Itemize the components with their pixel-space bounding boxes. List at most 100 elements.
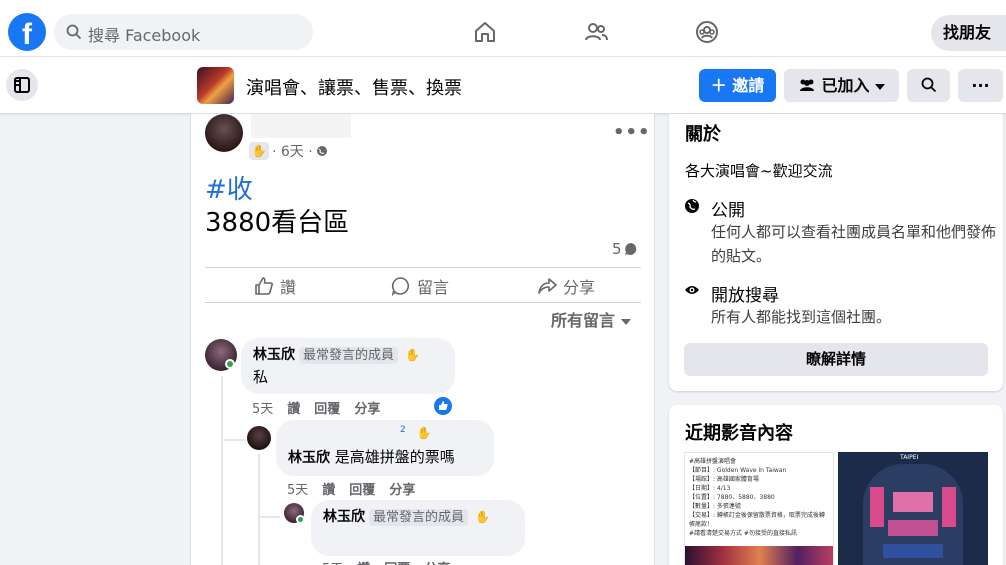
search-icon [921, 77, 936, 93]
eye-icon [685, 286, 699, 294]
comment-icon [391, 277, 410, 296]
comment-actions: 5天讚回覆分享 [287, 479, 429, 498]
comment-share-link[interactable]: 分享 [354, 402, 380, 417]
caret-down-icon [875, 84, 886, 90]
comment-actions: 5天讚回覆分享 [322, 558, 464, 565]
post-hashtag[interactable]: #收 [205, 169, 253, 206]
post-card: ✋ · 6天 · ••• #收 3880看台區 5 讚 留言 分享 所有留言 林… [190, 114, 655, 565]
visibility-title: 開放搜尋 [711, 286, 779, 306]
post-more-button[interactable]: ••• [613, 122, 651, 143]
about-card: 關於 各大演唱會~歡迎交流 公開 任何人都可以查看社團成員名單和他們發佈的貼文。… [669, 114, 1003, 391]
commenter-avatar[interactable] [247, 426, 271, 450]
caret-down-icon [620, 319, 631, 325]
top-contributor-badge: 最常發言的成員 [369, 509, 469, 526]
comment-button[interactable]: 留言 [391, 274, 449, 298]
search-icon [66, 24, 82, 40]
thread-line [224, 439, 246, 441]
author-avatar[interactable] [205, 114, 243, 152]
comment-time[interactable]: 5天 [287, 483, 308, 498]
media-thumbnail-image [685, 546, 833, 565]
privacy-description: 任何人都可以查看社團成員名單和他們發佈的貼文。 [711, 223, 997, 265]
comment-sort-dropdown[interactable]: 所有留言 [551, 307, 631, 331]
comment-bubble: 林玉欣 最常發言的成員 ✋ [311, 500, 525, 556]
media-thumbnail-text: #高雄拼盤演唱會 【節目】: Golden Wave in Taiwan 【場館… [689, 458, 825, 537]
more-options-button[interactable]: ··· [958, 69, 1003, 102]
globe-icon [685, 199, 699, 213]
like-label: 讚 [280, 278, 297, 297]
privacy-title: 公開 [711, 201, 745, 221]
about-title: 關於 [685, 124, 721, 145]
like-reaction-icon[interactable] [434, 397, 452, 415]
search-placeholder: 搜尋 Facebook [88, 26, 201, 45]
sidebar-toggle-button[interactable] [6, 69, 38, 101]
comment-sort-label: 所有留言 [551, 311, 616, 330]
comment-text: 私 [253, 368, 269, 386]
groups-icon[interactable] [695, 20, 719, 44]
comment-top-mark: 2 [400, 425, 406, 435]
divider [205, 267, 641, 268]
comment-actions: 5天讚回覆分享 [252, 398, 394, 417]
commenter-name[interactable]: 林玉欣 [323, 509, 365, 525]
group-description: 各大演唱會~歡迎交流 [685, 162, 833, 180]
thumbs-up-icon [255, 277, 273, 295]
post-time[interactable]: · 6天 · [272, 141, 313, 161]
thread-line [258, 454, 260, 565]
share-label: 分享 [563, 278, 596, 297]
group-header-bar: 演唱會、讓票、售票、換票 ＋ 邀請 已加入 ··· [0, 57, 1006, 114]
invite-button[interactable]: ＋ 邀請 [699, 69, 776, 102]
seat-map-label: TAIPEI [900, 454, 919, 461]
post-meta: ✋ · 6天 · [249, 141, 328, 161]
online-status-dot [225, 359, 235, 369]
share-icon [538, 278, 557, 294]
wave-badge-icon: ✋ [475, 510, 491, 524]
seat-block [870, 487, 884, 527]
comment-count-number: 5 [612, 240, 622, 258]
comment-label: 留言 [417, 278, 450, 297]
comment-like-link[interactable]: 讚 [322, 483, 335, 498]
globe-icon [316, 146, 327, 156]
comment-time[interactable]: 5天 [252, 402, 273, 417]
commenter-name[interactable]: 林玉欣 [253, 347, 295, 363]
divider [205, 302, 641, 303]
seat-block [888, 520, 938, 536]
online-status-dot [296, 515, 305, 524]
seat-block [883, 544, 943, 558]
top-contributor-badge: 最常發言的成員 [299, 347, 399, 364]
find-friends-button[interactable]: 找朋友 [931, 15, 1006, 51]
home-icon[interactable] [473, 20, 497, 44]
more-dots-icon: ··· [971, 76, 990, 95]
media-thumbnail[interactable]: #高雄拼盤演唱會 【節目】: Golden Wave in Taiwan 【場館… [684, 452, 834, 565]
comment-text: 是高雄拼盤的票嗎 [334, 448, 455, 466]
like-button[interactable]: 讚 [254, 274, 296, 298]
group-name[interactable]: 演唱會、讓票、售票、換票 [246, 74, 462, 100]
comment-reply-link[interactable]: 回覆 [314, 402, 340, 417]
friends-icon[interactable] [584, 20, 608, 44]
comment-like-link[interactable]: 讚 [287, 402, 300, 417]
recent-media-card: 近期影音內容 #高雄拼盤演唱會 【節目】: Golden Wave in Tai… [669, 405, 1003, 565]
group-search-button[interactable] [907, 69, 950, 102]
commenter-name[interactable]: 林玉欣 [288, 450, 330, 466]
comment-reply-link[interactable]: 回覆 [349, 483, 375, 498]
joined-button[interactable]: 已加入 [784, 69, 899, 102]
comment-bubble: 林玉欣 最常發言的成員 ✋ 私 [241, 338, 455, 394]
group-cover-thumbnail[interactable] [197, 67, 234, 104]
seat-block [942, 487, 956, 527]
wave-badge-icon: ✋ [249, 142, 269, 160]
joined-label: 已加入 [821, 76, 870, 95]
sidebar-toggle-icon [14, 77, 30, 93]
comment-bubble-icon [624, 243, 636, 255]
wave-badge-icon: ✋ [416, 426, 432, 440]
post-text: 3880看台區 [205, 208, 350, 238]
members-icon [799, 79, 814, 91]
share-button[interactable]: 分享 [537, 274, 595, 298]
facebook-logo[interactable]: f [8, 13, 46, 51]
comment-count[interactable]: 5 [612, 240, 638, 258]
top-navigation-bar: f 搜尋 Facebook 找朋友 [0, 0, 1006, 57]
author-name-redacted [251, 114, 351, 138]
search-input[interactable]: 搜尋 Facebook [54, 14, 313, 50]
learn-more-button[interactable]: 瞭解詳情 [684, 343, 988, 376]
comment-bubble: 2 ✋ 林玉欣 是高雄拼盤的票嗎 [276, 420, 494, 476]
comment-share-link[interactable]: 分享 [389, 483, 415, 498]
media-thumbnail[interactable]: TAIPEI [838, 452, 988, 565]
thread-line [221, 376, 223, 565]
